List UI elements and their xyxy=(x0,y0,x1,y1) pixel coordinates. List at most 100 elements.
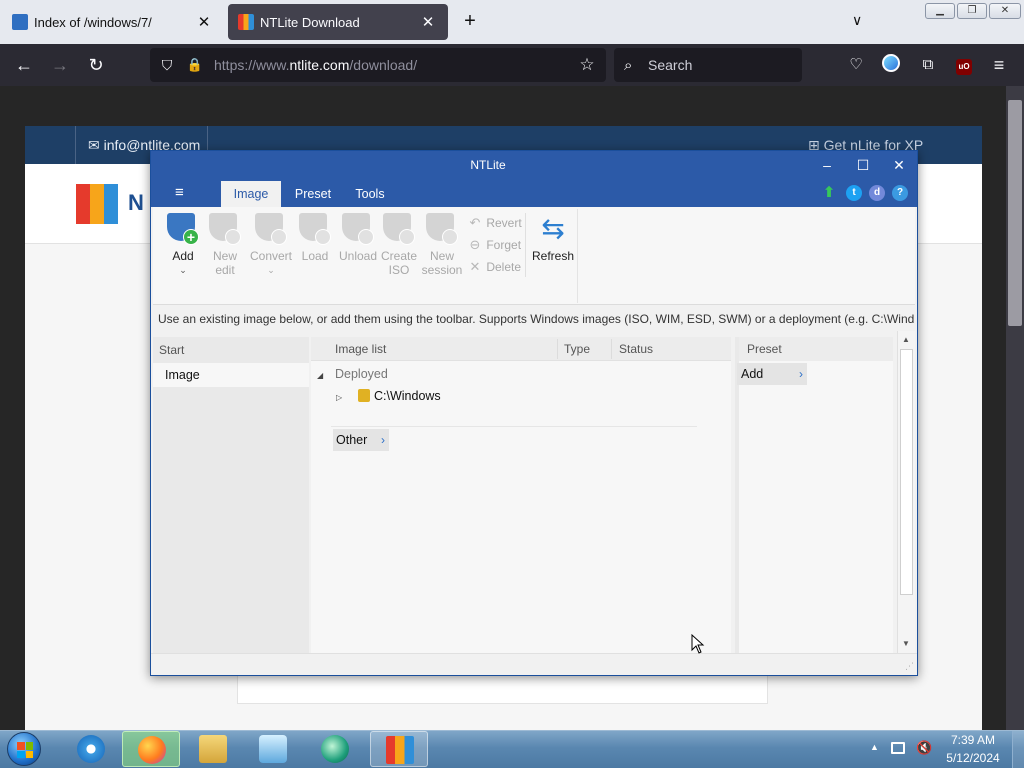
tab-preset[interactable]: Preset xyxy=(289,181,337,207)
group-deployed[interactable]: ◢ Deployed xyxy=(311,363,388,385)
url-text[interactable]: https://www.ntlite.com/download/ xyxy=(214,57,574,73)
toolbar-ribbon: + Add ⌄ New edit Convert ⌄ Load Unload C… xyxy=(153,207,915,305)
volume-muted-icon[interactable]: 🔇 xyxy=(916,740,932,756)
tab-ntlite-download[interactable]: NTLite Download ✕ xyxy=(228,4,448,40)
update-arrow-icon[interactable]: ⬆ xyxy=(821,185,837,201)
url-bar[interactable]: ⛉ 🔒 https://www.ntlite.com/download/ ☆ xyxy=(150,48,606,82)
new-tab-icon[interactable]: + xyxy=(458,10,482,33)
chevron-right-icon: › xyxy=(381,433,385,447)
image-row-c-windows[interactable]: ▷ C:\Windows xyxy=(336,385,441,407)
window-restore-button[interactable]: ❐ xyxy=(957,3,987,19)
tab-bar: Index of /windows/7/ ✕ NTLite Download ✕… xyxy=(0,0,1024,44)
hamburger-menu-icon[interactable]: ≡ xyxy=(988,54,1010,76)
taskbar-file-explorer[interactable] xyxy=(184,731,242,767)
page-scrollbar-thumb[interactable] xyxy=(1008,100,1022,326)
taskbar-app[interactable] xyxy=(306,731,364,767)
revert-icon: ↶ xyxy=(469,215,481,230)
scroll-up-icon[interactable]: ▲ xyxy=(899,333,913,347)
ntlite-menubar: ≡ Image Preset Tools ⬆ t d ? xyxy=(151,179,917,207)
ublock-origin-icon[interactable]: uO xyxy=(953,54,975,76)
minimize-button[interactable]: – xyxy=(809,151,845,179)
clock-time[interactable]: 7:39 AM xyxy=(948,733,998,747)
account-icon[interactable] xyxy=(880,54,902,76)
mouse-cursor-icon xyxy=(691,634,705,654)
collapse-triangle-icon[interactable]: ◢ xyxy=(317,365,331,387)
start-button[interactable] xyxy=(4,732,44,766)
taskbar-media-player[interactable] xyxy=(244,731,302,767)
hamburger-menu-icon[interactable]: ≡ xyxy=(175,179,184,207)
tab-image[interactable]: Image xyxy=(221,181,281,207)
add-dropdown-icon[interactable]: ⌄ xyxy=(163,263,203,277)
clock-date[interactable]: 5/12/2024 xyxy=(944,751,1002,765)
page-icon xyxy=(12,14,28,30)
help-icon[interactable]: ? xyxy=(892,185,908,201)
new-edit-button[interactable]: New edit xyxy=(205,213,245,277)
tab-title: NTLite Download xyxy=(260,14,360,30)
close-button[interactable]: ✕ xyxy=(881,151,917,179)
preset-add-button[interactable]: Add › xyxy=(737,363,807,385)
taskbar-firefox[interactable] xyxy=(122,731,180,767)
new-edit-icon xyxy=(209,213,241,245)
mail-icon: ✉ xyxy=(88,137,100,153)
ntlite-logo[interactable] xyxy=(76,184,118,224)
show-hidden-icons-icon[interactable]: ▲ xyxy=(870,742,879,752)
navigation-bar: ← → ↻ ⛉ 🔒 https://www.ntlite.com/downloa… xyxy=(0,44,1024,86)
taskbar-internet-explorer[interactable] xyxy=(62,731,120,767)
ribbon-separator xyxy=(525,213,526,277)
convert-button[interactable]: Convert ⌄ xyxy=(249,213,293,277)
delete-button[interactable]: ✕ Delete xyxy=(467,257,531,277)
tab-tools[interactable]: Tools xyxy=(347,181,393,207)
add-button[interactable]: + Add ⌄ xyxy=(163,213,203,277)
preset-header: Preset xyxy=(735,337,893,361)
create-iso-button[interactable]: Create ISO xyxy=(379,213,419,277)
window-minimize-button[interactable]: ▁ xyxy=(925,3,955,19)
revert-button[interactable]: ↶ Revert xyxy=(467,213,531,233)
window-close-button[interactable]: ✕ xyxy=(989,3,1021,19)
unload-button[interactable]: Unload xyxy=(337,213,379,263)
scroll-down-icon[interactable]: ▼ xyxy=(899,637,913,651)
taskbar-ntlite[interactable] xyxy=(370,731,428,767)
back-arrow-icon[interactable]: ← xyxy=(12,54,36,76)
site-logo-text: N xyxy=(128,190,144,215)
convert-icon xyxy=(255,213,287,245)
close-tab-icon[interactable]: ✕ xyxy=(418,13,438,31)
folder-icon xyxy=(199,735,227,763)
shield-icon[interactable]: ⛉ xyxy=(156,57,178,74)
media-player-icon xyxy=(259,735,287,763)
resize-grip-icon[interactable]: ⋰ xyxy=(905,661,914,672)
scrollbar-thumb[interactable] xyxy=(900,349,913,595)
search-input[interactable]: ⌕ Search xyxy=(614,48,802,82)
column-status[interactable]: Status xyxy=(619,337,653,361)
other-button[interactable]: Other › xyxy=(333,429,389,451)
tab-index-windows-7[interactable]: Index of /windows/7/ ✕ xyxy=(2,4,224,40)
close-tab-icon[interactable]: ✕ xyxy=(194,13,214,31)
load-button[interactable]: Load xyxy=(295,213,335,263)
add-label: Add xyxy=(172,249,194,263)
column-image-list[interactable]: Image list xyxy=(335,337,386,361)
image-list-header: Image list Type Status xyxy=(311,337,731,361)
lock-icon[interactable]: 🔒 xyxy=(184,57,206,73)
info-text: Use an existing image below, or add them… xyxy=(153,306,915,332)
discord-icon[interactable]: d xyxy=(869,185,885,201)
forget-button[interactable]: ⊖ Forget xyxy=(467,235,531,255)
bookmark-star-icon[interactable]: ☆ xyxy=(574,55,600,75)
app-globe-icon xyxy=(321,735,349,763)
new-session-button[interactable]: New session xyxy=(421,213,463,277)
ntlite-titlebar[interactable]: NTLite – ☐ ✕ xyxy=(151,151,917,179)
pocket-icon[interactable]: ♡ xyxy=(845,54,867,76)
tab-title: Index of /windows/7/ xyxy=(34,14,152,30)
start-item-image[interactable]: Image xyxy=(153,363,309,387)
tab-list-chevron-icon[interactable]: ∨ xyxy=(852,12,862,29)
column-type[interactable]: Type xyxy=(564,337,590,361)
ribbon-separator xyxy=(577,209,578,303)
forward-arrow-icon[interactable]: → xyxy=(48,54,72,76)
show-desktop-button[interactable] xyxy=(1012,731,1024,768)
twitter-icon[interactable]: t xyxy=(846,185,862,201)
reload-icon[interactable]: ↻ xyxy=(84,54,108,76)
refresh-button[interactable]: ⇆ Refresh xyxy=(531,213,575,263)
network-icon[interactable] xyxy=(891,742,905,754)
search-icon: ⌕ xyxy=(624,56,633,74)
extensions-icon[interactable]: ⧉ xyxy=(917,54,939,76)
maximize-button[interactable]: ☐ xyxy=(845,151,881,179)
expand-triangle-icon[interactable]: ▷ xyxy=(336,387,350,409)
